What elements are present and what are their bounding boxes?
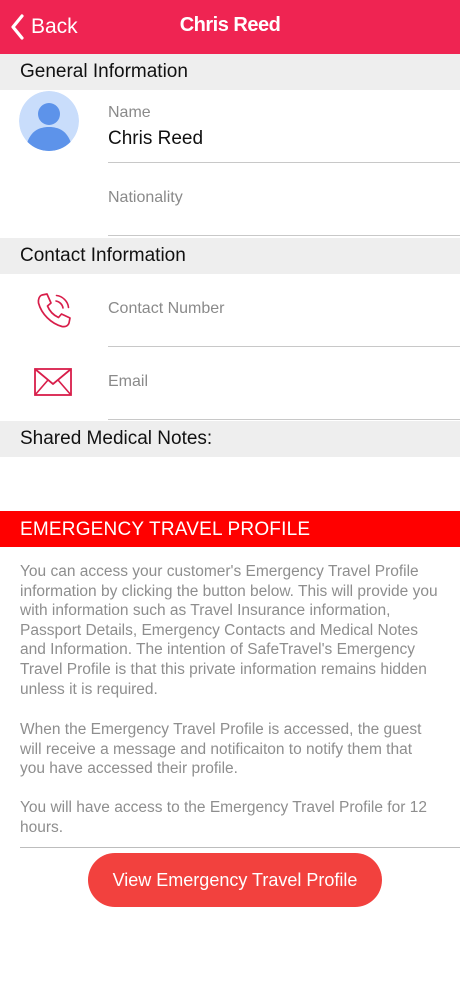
page-title: Chris Reed — [179, 14, 281, 36]
general-information-header: General Information — [0, 54, 460, 90]
nationality-label: Nationality — [108, 189, 183, 206]
emergency-access-duration-paragraph: You will have access to the Emergency Tr… — [20, 799, 427, 836]
phone-icon — [33, 290, 75, 337]
emergency-travel-profile-header: EMERGENCY TRAVEL PROFILE — [0, 511, 460, 547]
nationality-field[interactable]: Nationality — [108, 163, 460, 236]
name-label: Name — [108, 104, 151, 121]
navigation-bar: Back Chris Reed — [0, 0, 460, 54]
contact-number-field[interactable]: Contact Number — [108, 273, 460, 347]
divider — [20, 847, 460, 848]
emergency-notification-paragraph: When the Emergency Travel Profile is acc… — [20, 721, 422, 778]
contact-number-placeholder: Contact Number — [108, 300, 225, 317]
envelope-icon — [33, 366, 73, 403]
emergency-description-paragraph: You can access your customer's Emergency… — [20, 563, 438, 698]
view-emergency-travel-profile-button[interactable]: View Emergency Travel Profile — [88, 853, 382, 907]
email-field[interactable]: Email — [108, 347, 460, 420]
contact-information-header: Contact Information — [0, 238, 460, 274]
name-field: Name Chris Reed — [108, 90, 460, 163]
user-avatar-icon — [19, 91, 79, 151]
name-value: Chris Reed — [108, 128, 204, 149]
email-placeholder: Email — [108, 373, 149, 390]
shared-medical-notes-header: Shared Medical Notes: — [0, 421, 460, 457]
